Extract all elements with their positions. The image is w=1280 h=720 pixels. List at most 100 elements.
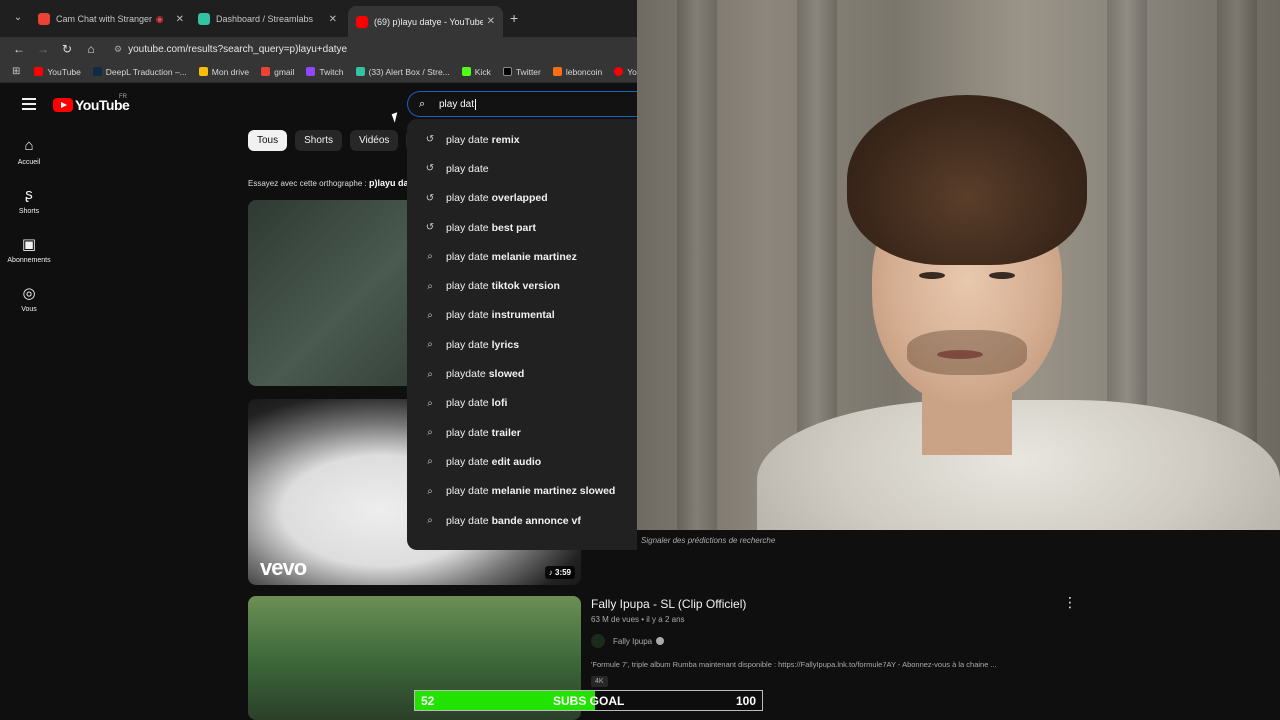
bookmark-kick[interactable]: Kick xyxy=(461,66,491,77)
spelling-link[interactable]: p)layu dat xyxy=(369,178,412,188)
search-icon: ⌕ xyxy=(419,98,426,110)
search-icon: ⌕ xyxy=(427,485,433,497)
youtube-logo[interactable]: YouTube FR xyxy=(53,94,130,113)
sidebar-item-label: Shorts xyxy=(18,208,40,215)
bookmark-label: (33) Alert Box / Stre... xyxy=(368,66,450,77)
streamer-eye xyxy=(919,272,945,279)
suggestion-suffix: instrumental xyxy=(491,309,555,322)
suggestion-prefix: play date xyxy=(446,338,489,351)
suggestion-item[interactable]: ⌕ play date melanie martinez slowed xyxy=(407,477,637,506)
subs-goal-bar: 52 SUBS GOAL 100 xyxy=(414,690,763,711)
bookmark-twitter[interactable]: Twitter xyxy=(502,66,541,77)
tab-streamlabs[interactable]: Dashboard / Streamlabs ✕ xyxy=(190,6,345,32)
suggestion-item[interactable]: ⌕ play date melanie martinez xyxy=(407,242,637,271)
bookmark-youtube-2[interactable]: Yo xyxy=(614,67,637,77)
history-icon: ↺ xyxy=(425,192,435,204)
back-icon[interactable]: ← xyxy=(10,40,28,58)
suggestion-suffix: lyrics xyxy=(491,338,520,351)
webcam-overlay xyxy=(637,0,1280,530)
tab-youtube[interactable]: (69) p)layu datye - YouTube ✕ xyxy=(348,6,503,37)
sidebar-item-accueil[interactable]: ⌂ Accueil xyxy=(0,137,58,166)
verified-icon xyxy=(656,637,665,645)
suggestion-item[interactable]: ⌕ play date trailer xyxy=(407,418,637,447)
spelling-suggestion: Essayez avec cette orthographe : p)layu … xyxy=(248,178,411,188)
suggestion-item[interactable]: ⌕ play date lofi xyxy=(407,389,637,418)
chip-shorts[interactable]: Shorts xyxy=(295,130,343,151)
report-predictions-link[interactable]: Signaler des prédictions de recherche xyxy=(641,536,775,545)
suggestion-item[interactable]: ↺ play date overlapped xyxy=(407,184,637,213)
site-info-icon[interactable]: ⚙ xyxy=(114,44,122,55)
suggestion-item[interactable]: ⌕ play date edit audio xyxy=(407,447,637,476)
suggestion-item[interactable]: ⌕ playdate slowed xyxy=(407,359,637,388)
home-icon[interactable]: ⌂ xyxy=(82,40,100,58)
suggestion-item[interactable]: ⌕ play date lyrics xyxy=(407,330,637,359)
tab-search-chevron-icon[interactable]: ⌄ xyxy=(10,10,26,26)
streamlabs-favicon-icon xyxy=(198,13,210,25)
video-meta: 63 M de vues • il y a 2 ans xyxy=(591,615,685,624)
apps-grid-icon[interactable]: ⊞ xyxy=(12,66,20,77)
bookmark-label: DeepL Traduction –... xyxy=(105,66,187,77)
more-options-icon[interactable]: ⋮ xyxy=(1063,594,1077,611)
channel-name[interactable]: Fally Ipupa xyxy=(613,637,652,646)
suggestion-suffix: lofi xyxy=(491,397,508,410)
search-icon: ⌕ xyxy=(427,456,433,468)
sidebar-item-label: Abonnements xyxy=(7,257,51,264)
video-description: 'Formule 7', triple album Rumba maintena… xyxy=(591,660,997,669)
channel-row[interactable]: Fally Ipupa xyxy=(591,634,665,648)
new-tab-icon[interactable]: + xyxy=(510,10,518,26)
suggestion-prefix: play date xyxy=(446,485,489,498)
bookmark-label: Twitter xyxy=(515,66,541,77)
reload-icon[interactable]: ↻ xyxy=(58,40,76,58)
subs-goal-current: 52 xyxy=(421,694,435,708)
bookmark-drive[interactable]: Mon drive xyxy=(198,67,249,77)
suggestion-item[interactable]: ⌕ play date instrumental xyxy=(407,301,637,330)
chip-tous[interactable]: Tous xyxy=(248,130,288,151)
menu-icon[interactable] xyxy=(22,98,36,113)
history-icon: ↺ xyxy=(425,222,435,234)
suggestion-item[interactable]: ⌕ play date bande annonce vf xyxy=(407,506,637,535)
youtube-play-icon xyxy=(53,98,73,112)
streamer-eye xyxy=(989,272,1015,279)
tab-title: Dashboard / Streamlabs xyxy=(216,14,314,24)
sidebar-item-vous[interactable]: ◎ Vous xyxy=(0,284,58,313)
bookmark-gmail[interactable]: gmail xyxy=(261,67,294,77)
chip-videos[interactable]: Vidéos xyxy=(350,130,399,151)
suggestion-item[interactable]: ↺ play date remix xyxy=(407,125,637,154)
bookmark-leboncoin[interactable]: leboncoin xyxy=(552,66,603,77)
forward-icon[interactable]: → xyxy=(34,40,52,58)
quality-badge: 4K xyxy=(591,676,608,687)
bookmark-youtube[interactable]: YouTube xyxy=(34,67,81,77)
suggestion-prefix: play date xyxy=(446,309,489,322)
search-icon: ⌕ xyxy=(427,339,433,351)
gmail-icon xyxy=(261,67,271,76)
tab-close-icon[interactable]: ✕ xyxy=(487,16,495,27)
tab-cam-chat[interactable]: Cam Chat with Strangers on ◉ ✕ xyxy=(30,6,192,32)
suggestion-item[interactable]: ↺ play date best part xyxy=(407,213,637,242)
bookmark-alertbox[interactable]: (33) Alert Box / Stre... xyxy=(355,66,450,77)
search-input[interactable]: ⌕ play dat xyxy=(407,91,637,117)
channel-avatar[interactable] xyxy=(591,634,605,648)
search-value: play dat xyxy=(439,98,475,110)
bookmark-twitch[interactable]: Twitch xyxy=(306,67,344,77)
suggestion-suffix: tiktok version xyxy=(491,280,560,293)
search-icon: ⌕ xyxy=(427,515,433,526)
sidebar-item-abonnements[interactable]: ▣ Abonnements xyxy=(0,235,58,264)
bookmark-label: gmail xyxy=(274,66,295,77)
home-icon: ⌂ xyxy=(24,137,34,154)
suggestion-suffix: melanie martinez slowed xyxy=(491,485,616,498)
bookmark-deepl[interactable]: DeepL Traduction –... xyxy=(92,66,187,77)
sidebar-item-shorts[interactable]: ʂ Shorts xyxy=(0,186,58,215)
country-code: FR xyxy=(119,94,127,100)
bookmark-label: Kick xyxy=(474,66,491,77)
suggestion-prefix: play date xyxy=(446,455,489,468)
shorts-icon: ʂ xyxy=(25,186,33,203)
video-title[interactable]: Fally Ipupa - SL (Clip Officiel) xyxy=(591,597,746,611)
suggestion-prefix: play date xyxy=(446,162,489,175)
suggestion-item[interactable]: ↺ play date xyxy=(407,154,637,183)
tab-close-icon[interactable]: ✕ xyxy=(176,14,184,25)
bookmark-label: leboncoin xyxy=(565,66,603,77)
suggestion-item[interactable]: ⌕ play date tiktok version xyxy=(407,271,637,300)
kick-icon xyxy=(461,67,471,76)
tab-close-icon[interactable]: ✕ xyxy=(329,14,337,25)
address-bar[interactable]: ⚙ youtube.com/results?search_query=p)lay… xyxy=(110,39,637,59)
